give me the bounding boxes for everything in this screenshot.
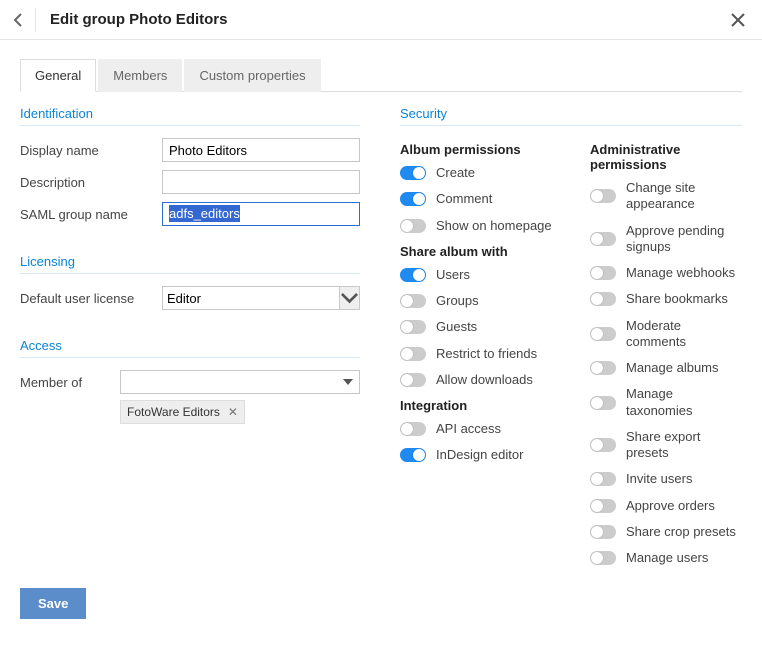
description-input[interactable] xyxy=(162,170,360,194)
toggle-allow-downloads[interactable] xyxy=(400,373,426,387)
display-name-input[interactable] xyxy=(162,138,360,162)
toggle-share-bookmarks[interactable] xyxy=(590,292,616,306)
toggle-indesign-editor[interactable] xyxy=(400,448,426,462)
section-licensing: Licensing xyxy=(20,254,360,274)
tab-general[interactable]: General xyxy=(20,59,96,92)
admin-permissions-heading: Administrative permissions xyxy=(590,142,742,172)
default-license-select[interactable]: Editor xyxy=(162,286,360,310)
member-tag-remove[interactable]: ✕ xyxy=(228,405,238,419)
page-title: Edit group Photo Editors xyxy=(50,11,726,28)
close-button[interactable] xyxy=(726,8,750,32)
toggle-comment[interactable] xyxy=(400,192,426,206)
toggle-approve-orders[interactable] xyxy=(590,499,616,513)
toggle-manage-taxonomies[interactable] xyxy=(590,396,616,410)
member-of-dropdown[interactable] xyxy=(120,370,360,394)
tab-custom-properties[interactable]: Custom properties xyxy=(184,59,320,92)
chevron-left-icon xyxy=(13,13,23,27)
toggle-share-guests[interactable] xyxy=(400,320,426,334)
default-license-label: Default user license xyxy=(20,291,162,306)
tab-members[interactable]: Members xyxy=(98,59,182,92)
display-name-label: Display name xyxy=(20,143,162,158)
toggle-share-export-presets[interactable] xyxy=(590,438,616,452)
back-button[interactable] xyxy=(12,8,36,32)
toggle-moderate-comments[interactable] xyxy=(590,327,616,341)
toggle-manage-albums[interactable] xyxy=(590,361,616,375)
toggle-create[interactable] xyxy=(400,166,426,180)
toggle-manage-webhooks[interactable] xyxy=(590,266,616,280)
section-identification: Identification xyxy=(20,106,360,126)
member-of-label: Member of xyxy=(20,375,120,390)
caret-down-icon xyxy=(343,379,353,385)
share-album-heading: Share album with xyxy=(400,244,570,259)
toggle-api-access[interactable] xyxy=(400,422,426,436)
section-access: Access xyxy=(20,338,360,358)
toggle-approve-signups[interactable] xyxy=(590,232,616,246)
album-permissions-heading: Album permissions xyxy=(400,142,570,157)
save-button[interactable]: Save xyxy=(20,588,86,619)
tabs: General Members Custom properties xyxy=(20,58,742,92)
integration-heading: Integration xyxy=(400,398,570,413)
dialog-header: Edit group Photo Editors xyxy=(0,0,762,40)
saml-group-name-input[interactable] xyxy=(162,202,360,226)
saml-label: SAML group name xyxy=(20,207,162,222)
toggle-share-users[interactable] xyxy=(400,268,426,282)
toggle-restrict-friends[interactable] xyxy=(400,347,426,361)
section-security: Security xyxy=(400,106,742,126)
close-icon xyxy=(731,13,745,27)
toggle-share-crop-presets[interactable] xyxy=(590,525,616,539)
toggle-manage-users[interactable] xyxy=(590,551,616,565)
member-tag-label: FotoWare Editors xyxy=(127,405,220,419)
toggle-show-homepage[interactable] xyxy=(400,219,426,233)
member-tag: FotoWare Editors ✕ xyxy=(120,400,245,424)
toggle-invite-users[interactable] xyxy=(590,472,616,486)
toggle-share-groups[interactable] xyxy=(400,294,426,308)
description-label: Description xyxy=(20,175,162,190)
toggle-change-appearance[interactable] xyxy=(590,189,616,203)
